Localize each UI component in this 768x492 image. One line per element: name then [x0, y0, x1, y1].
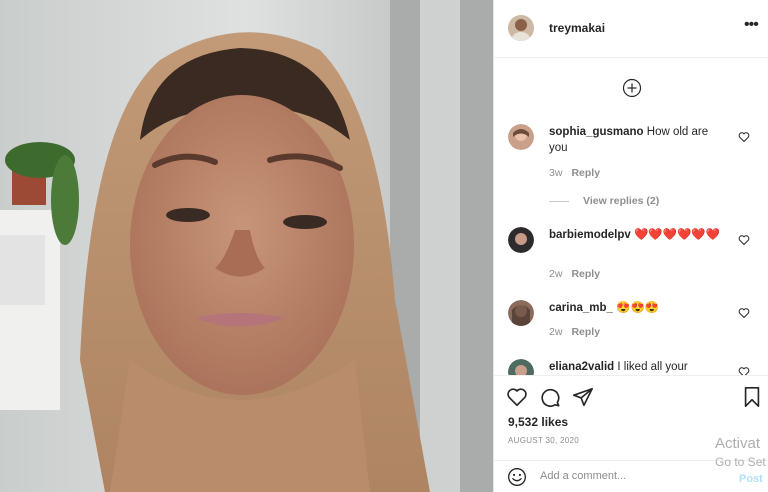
more-horizontal-icon[interactable]: ••• — [744, 16, 759, 34]
commenter-avatar[interactable] — [508, 124, 534, 150]
comments-list[interactable]: sophia_gusmano How old are you 3w Reply V… — [494, 59, 768, 375]
commenter-username[interactable]: sophia_gusmano — [549, 126, 644, 138]
view-replies-label[interactable]: View replies (2) — [583, 195, 659, 207]
reply-button[interactable]: Reply — [571, 326, 600, 338]
commenter-avatar[interactable] — [508, 359, 534, 375]
reply-button[interactable]: Reply — [571, 268, 600, 280]
commenter-avatar[interactable] — [508, 300, 534, 326]
like-comment-heart-icon[interactable] — [738, 307, 750, 319]
commenter-avatar[interactable] — [508, 227, 534, 253]
comment-meta: 2w Reply — [549, 268, 600, 280]
save-bookmark-icon[interactable] — [741, 386, 763, 408]
comment-text: eliana2valid I liked all your videos — [549, 359, 724, 375]
like-comment-heart-icon[interactable] — [738, 234, 750, 246]
commenter-username[interactable]: carina_mb_ — [549, 302, 613, 314]
comment-input[interactable] — [540, 466, 720, 486]
load-more-plus-icon[interactable] — [622, 78, 642, 98]
comment-body: ❤️❤️❤️❤️❤️❤️ — [634, 229, 720, 241]
comment-text: barbiemodelpv ❤️❤️❤️❤️❤️❤️ — [549, 227, 724, 243]
commenter-username[interactable]: eliana2valid — [549, 361, 614, 373]
post-side-panel: treymakai ••• sophia_gusmano How old are… — [493, 0, 768, 492]
post-comment-button[interactable]: Post — [739, 473, 763, 485]
windows-activation-watermark-subtext: Go to Set — [715, 455, 766, 469]
comment-age: 2w — [549, 268, 563, 280]
comment-bubble-icon[interactable] — [539, 386, 561, 408]
author-username[interactable]: treymakai — [549, 21, 605, 35]
like-comment-heart-icon[interactable] — [738, 131, 750, 143]
comment-meta: 2w Reply — [549, 326, 600, 338]
view-replies-link[interactable]: View replies (2) — [549, 195, 659, 207]
post-photo — [0, 0, 493, 492]
comment-age: 3w — [549, 167, 563, 179]
comment-meta: 3w Reply — [549, 167, 600, 179]
post-header: treymakai ••• — [494, 0, 768, 58]
comment-age: 2w — [549, 326, 563, 338]
like-comment-heart-icon[interactable] — [738, 366, 750, 375]
like-heart-icon[interactable] — [506, 386, 528, 408]
comment-text: carina_mb_ 😍😍😍 — [549, 300, 724, 316]
share-send-icon[interactable] — [572, 386, 594, 408]
author-avatar[interactable] — [508, 15, 534, 41]
post-date[interactable]: AUGUST 30, 2020 — [508, 436, 579, 445]
emoji-smiley-icon[interactable] — [507, 467, 527, 487]
likes-count[interactable]: 9,532 likes — [508, 415, 568, 429]
reply-button[interactable]: Reply — [571, 167, 600, 179]
comment-text: sophia_gusmano How old are you — [549, 124, 724, 156]
replies-divider-line — [549, 200, 569, 202]
windows-activation-watermark: Activat — [715, 435, 761, 452]
comment-body: 😍😍😍 — [616, 302, 660, 314]
commenter-username[interactable]: barbiemodelpv — [549, 229, 631, 241]
